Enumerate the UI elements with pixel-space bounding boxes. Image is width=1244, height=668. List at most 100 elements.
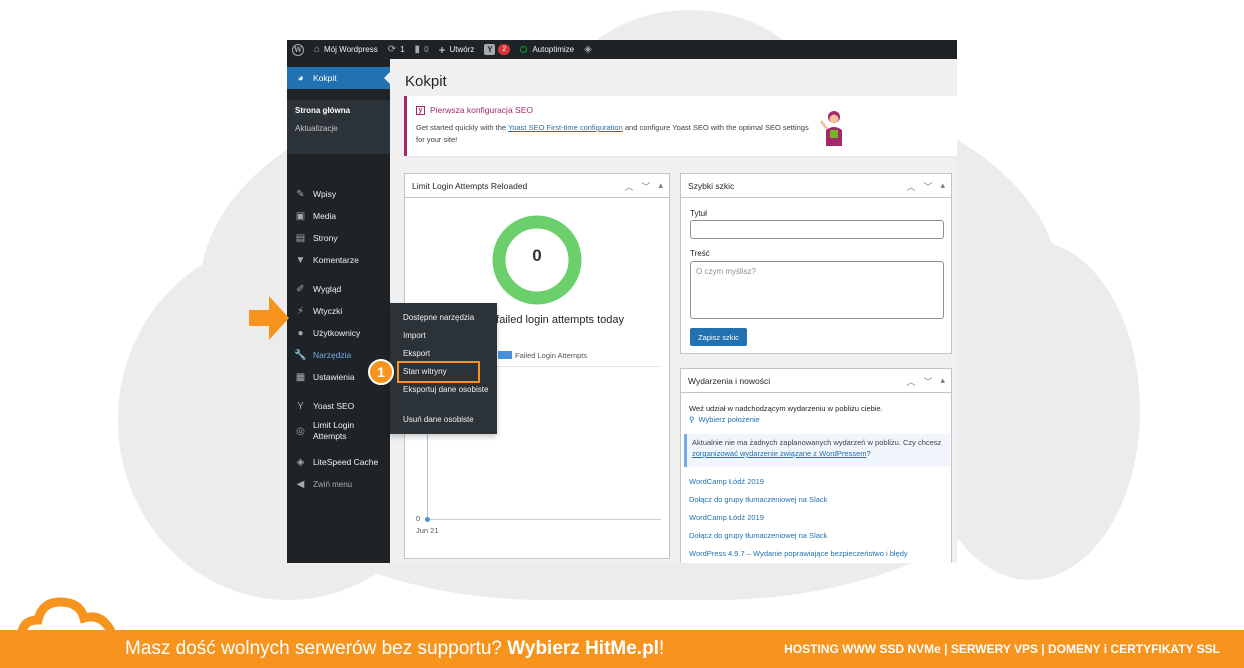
orange-arrow-icon <box>249 296 289 340</box>
triangle-up-icon[interactable]: ▴ <box>658 180 663 193</box>
widget-header: Szybki szkic ︿ ﹀ ▴ <box>681 174 951 198</box>
sidebar-item-label: Yoast SEO <box>313 401 355 411</box>
title-input[interactable] <box>690 220 944 239</box>
comments-link[interactable]: ▮ 0 <box>410 40 434 59</box>
autoptimize-label: Autoptimize <box>532 45 575 54</box>
widget-header: Limit Login Attempts Reloaded ︿ ﹀ ▴ <box>405 174 669 198</box>
quick-draft-widget: Szybki szkic ︿ ﹀ ▴ Tytuł Treść O czym myśl… <box>680 173 952 354</box>
widget-controls: ︿ ﹀ ▴ <box>906 180 945 193</box>
content-textarea[interactable]: O czym myślisz? <box>690 261 944 319</box>
diamond-icon: ◈ <box>584 44 592 55</box>
notice-text-part: Get started quickly with the <box>416 123 508 132</box>
flyout-item-erase-personal-data[interactable]: Usuń dane osobiste <box>403 414 493 425</box>
slogan-brand: Wybierz HitMe.pl <box>507 638 659 659</box>
yoast-icon: Y <box>484 44 496 55</box>
dashboard-icon: ◕ <box>297 72 304 84</box>
dashboard-submenu: Strona główna Aktualizacje <box>287 100 390 154</box>
site-health-highlight <box>397 361 480 383</box>
sidebar-item-label: Limit Login Attempts <box>313 420 355 441</box>
location-pin-icon: ⚲ <box>689 415 695 424</box>
widget-title: Wydarzenia i nowości <box>688 375 771 386</box>
events-intro: Weź udział w nadchodzącym wydarzeniu w p… <box>689 404 883 413</box>
widget-controls: ︿ ﹀ ▴ <box>906 375 945 388</box>
comment-icon: ▮ <box>414 44 421 55</box>
flyout-item-export-personal-data[interactable]: Eksportuj dane osobiste <box>403 384 493 395</box>
news-link[interactable]: Dołącz do grupy tłumaczeniowej na Slack <box>689 495 827 504</box>
submenu-home[interactable]: Strona główna <box>295 106 350 115</box>
widget-title: Szybki szkic <box>688 180 735 191</box>
yoast-menu[interactable]: Y2 <box>479 40 515 59</box>
select-location-link[interactable]: ⚲ Wybierz położenie <box>689 415 760 424</box>
updates-count: 1 <box>400 45 405 54</box>
chevron-down-icon[interactable]: ﹀ <box>923 375 932 388</box>
chevron-down-icon[interactable]: ﹀ <box>641 180 650 193</box>
wp-logo-button[interactable]: W <box>287 40 309 59</box>
sidebar-item-users[interactable]: ● Użytkownicy <box>287 322 390 344</box>
sidebar-item-plugins[interactable]: ⚡ Wtyczki <box>287 300 390 322</box>
triangle-up-icon[interactable]: ▴ <box>940 375 945 388</box>
sidebar-item-label: LiteSpeed Cache <box>313 457 379 467</box>
yoast-notice: y Pierwsza konfiguracja SEO Get started q… <box>404 96 957 156</box>
new-content-link[interactable]: + Utwórz <box>434 40 480 59</box>
sidebar-item-appearance[interactable]: ✐ Wygląd <box>287 278 390 300</box>
flyout-item-import[interactable]: Import <box>403 330 493 341</box>
sidebar-item-media[interactable]: ▣ Media <box>287 205 390 227</box>
wordpress-window: W ⌂ Mój Wordpress ⟳ 1 ▮ 0 + Utwórz Y2 Autopt… <box>287 40 957 563</box>
new-label: Utwórz <box>449 45 475 54</box>
updates-link[interactable]: ⟳ 1 <box>383 40 410 59</box>
failed-attempts-text: o failed login attempts today <box>487 314 624 326</box>
notice-title: y Pierwsza konfiguracja SEO <box>416 105 533 115</box>
title-label: Tytuł <box>690 209 707 218</box>
chevron-up-icon[interactable]: ︿ <box>624 180 633 193</box>
widget-title: Limit Login Attempts Reloaded <box>412 180 528 191</box>
yoast-icon: Y <box>297 400 304 412</box>
flyout-item-export[interactable]: Eksport <box>403 348 493 359</box>
chevron-up-icon[interactable]: ︿ <box>906 375 915 388</box>
events-widget: Wydarzenia i nowości ︿ ﹀ ▴ Weź udział w na… <box>680 368 952 563</box>
slogan-part: Masz dość wolnych serwerów bez supportu? <box>125 638 508 659</box>
site-name-link[interactable]: ⌂ Mój Wordpress <box>309 40 383 59</box>
no-events-notice: Aktualnie nie ma żadnych zaplanowanych w… <box>684 434 950 467</box>
news-link[interactable]: WordCamp Łódź 2019 <box>689 513 764 522</box>
news-link[interactable]: WordCamp Łódź 2019 <box>689 477 764 486</box>
sidebar-item-dashboard[interactable]: ◕ Kokpit <box>287 67 390 89</box>
step-number-badge: 1 <box>368 359 394 385</box>
chevron-down-icon[interactable]: ﹀ <box>923 180 932 193</box>
yoast-config-link[interactable]: Yoast SEO First-time configuration <box>508 123 623 132</box>
sidebar-item-comments[interactable]: ▼ Komentarze <box>287 249 390 271</box>
sidebar-item-label: Ustawienia <box>313 372 355 382</box>
sidebar-item-label: Narzędzia <box>313 350 352 360</box>
news-link[interactable]: WordPress 4.9.7 – Wydanie poprawiające b… <box>689 549 908 558</box>
sidebar-item-label: Zwiń menu <box>313 479 353 489</box>
sidebar-item-limit-login[interactable]: ◎ Limit Login Attempts <box>287 417 390 445</box>
news-link[interactable]: Dołącz do grupy tłumaczeniowej na Slack <box>689 531 827 540</box>
notice-text-part: ? <box>866 449 871 458</box>
flyout-item-available-tools[interactable]: Dostępne narzędzia <box>403 312 493 323</box>
litespeed-menu[interactable]: ◈ <box>579 40 601 59</box>
site-name: Mój Wordpress <box>324 45 378 54</box>
triangle-up-icon[interactable]: ▴ <box>940 180 945 193</box>
y-tick-label: 0 <box>416 514 421 523</box>
wrench-icon: 🔧 <box>294 349 307 361</box>
footer-slogan: Masz dość wolnych serwerów bez supportu?… <box>125 638 664 660</box>
chart-x-axis <box>427 519 661 520</box>
refresh-icon: ⟳ <box>387 44 397 55</box>
autoptimize-menu[interactable]: Autoptimize <box>515 40 579 59</box>
sidebar-item-pages[interactable]: ▤ Strony <box>287 227 390 249</box>
status-dot-icon <box>520 46 528 53</box>
sidebar-collapse[interactable]: ◀ Zwiń menu <box>287 473 390 495</box>
admin-bar: W ⌂ Mój Wordpress ⟳ 1 ▮ 0 + Utwórz Y2 Autopt… <box>287 40 957 59</box>
settings-icon: ▦ <box>295 371 306 383</box>
organize-event-link[interactable]: zorganizować wydarzenie związane z WordP… <box>692 449 867 458</box>
sidebar-item-yoast[interactable]: Y Yoast SEO <box>287 395 390 417</box>
sidebar-item-posts[interactable]: ✎ Wpisy <box>287 183 390 205</box>
pages-icon: ▤ <box>295 232 306 244</box>
widget-controls: ︿ ﹀ ▴ <box>624 180 663 193</box>
sidebar-item-litespeed[interactable]: ◈ LiteSpeed Cache <box>287 451 390 473</box>
chevron-up-icon[interactable]: ︿ <box>906 180 915 193</box>
submenu-updates[interactable]: Aktualizacje <box>295 124 338 133</box>
slogan-part: ! <box>658 638 665 659</box>
save-draft-button[interactable]: Zapisz szkic <box>690 328 747 346</box>
plus-icon: + <box>438 42 446 57</box>
promo-footer: Masz dość wolnych serwerów bez supportu?… <box>0 630 1244 668</box>
